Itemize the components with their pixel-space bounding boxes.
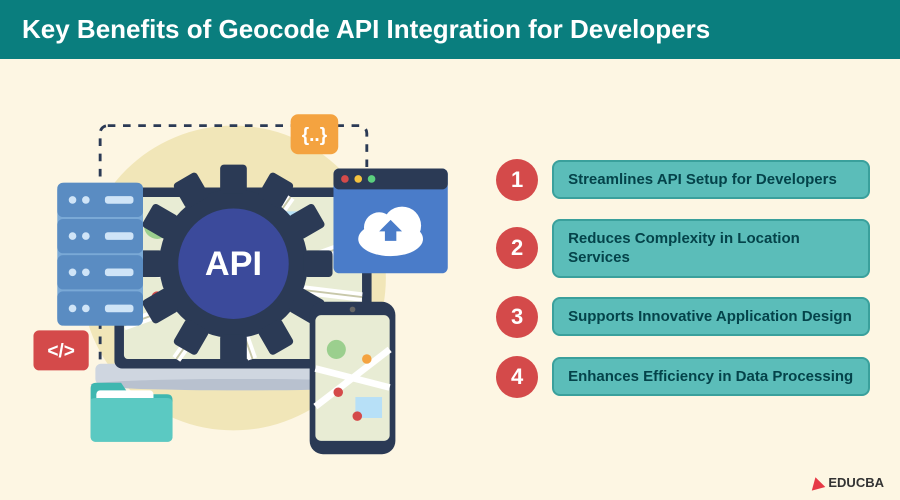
- svg-text:</>: </>: [47, 341, 75, 362]
- illustration-svg: API: [3, 78, 483, 478]
- curly-tag-icon: {..}: [291, 114, 339, 154]
- gear-label: API: [205, 245, 262, 283]
- benefit-item: 2 Reduces Complexity in Location Service…: [496, 219, 870, 278]
- benefit-item: 1 Streamlines API Setup for Developers: [496, 159, 870, 201]
- logo-text: EDUCBA: [828, 475, 884, 490]
- benefit-item: 3 Supports Innovative Application Design: [496, 296, 870, 338]
- benefit-number: 4: [496, 356, 538, 398]
- content-row: API: [0, 59, 900, 497]
- benefit-number: 2: [496, 227, 538, 269]
- benefit-number: 1: [496, 159, 538, 201]
- phone-icon: [310, 302, 396, 454]
- page-title: Key Benefits of Geocode API Integration …: [0, 0, 900, 59]
- benefit-label: Streamlines API Setup for Developers: [552, 160, 870, 200]
- svg-text:{..}: {..}: [302, 125, 328, 146]
- cloud-window-icon: [334, 168, 448, 273]
- benefit-item: 4 Enhances Efficiency in Data Processing: [496, 356, 870, 398]
- benefit-label: Reduces Complexity in Location Services: [552, 219, 870, 278]
- benefit-label: Supports Innovative Application Design: [552, 297, 870, 337]
- code-tag-icon: </>: [34, 330, 89, 370]
- server-icon: [57, 183, 143, 326]
- brand-logo: EDUCBA: [810, 475, 884, 490]
- benefit-number: 3: [496, 296, 538, 338]
- benefit-label: Enhances Efficiency in Data Processing: [552, 357, 870, 397]
- logo-triangle-icon: [809, 475, 826, 490]
- benefits-list: 1 Streamlines API Setup for Developers 2…: [486, 59, 900, 497]
- api-illustration: API: [0, 59, 486, 497]
